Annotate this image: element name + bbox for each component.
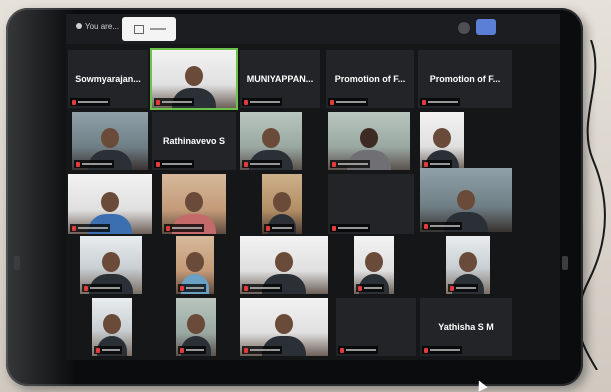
view-toggle-button[interactable] [476,19,496,35]
meeting-top-bar: You are... [66,14,560,44]
mic-muted-icon [450,285,454,291]
name-label [242,284,282,292]
name-label [422,222,462,230]
participant-tile[interactable] [240,112,302,170]
participant-tile[interactable] [240,236,328,294]
mic-muted-icon [424,161,428,167]
participant-name: Promotion of F... [334,74,406,84]
bezel-button-right [562,256,568,270]
mic-muted-icon [332,161,336,167]
mic-muted-icon [96,347,100,353]
participant-name: Rathinavevo S [162,136,226,146]
mic-muted-icon [340,347,344,353]
bezel-button-left [14,256,20,270]
participant-tile[interactable] [328,112,410,170]
name-label [178,346,206,354]
name-label [154,160,194,168]
mic-muted-icon [330,99,334,105]
participant-tile[interactable] [420,112,464,170]
view-option-button[interactable] [458,22,470,34]
name-label [74,160,114,168]
mic-muted-icon [72,225,76,231]
mic-muted-icon [180,347,184,353]
name-label [264,224,294,232]
mic-muted-icon [76,161,80,167]
recording-indicator: You are... [76,22,119,31]
name-label [448,284,478,292]
participant-tile[interactable]: MUNIYAPPAN... [240,50,320,108]
participant-tile[interactable] [420,168,512,232]
notification-popup[interactable] [122,17,176,41]
popup-text-placeholder [150,28,166,30]
video-call-window: You are... Sowmyarajan... MUNIYAPPAN... … [66,14,560,360]
participant-tile-active-speaker[interactable] [150,48,238,110]
mic-muted-icon [166,225,170,231]
mic-muted-icon [180,285,184,291]
participant-tile[interactable] [262,174,302,234]
name-label [154,98,194,106]
mic-muted-icon [156,99,160,105]
participant-tile[interactable]: Yathisha S M [420,298,512,356]
participant-name: Promotion of F... [429,74,501,84]
mic-muted-icon [424,223,428,229]
participant-tile[interactable] [92,298,132,356]
mic-muted-icon [244,285,248,291]
participant-tile[interactable] [328,174,414,234]
participant-tile[interactable]: Promotion of F... [418,50,512,108]
participant-tile[interactable]: Promotion of F... [326,50,414,108]
mic-muted-icon [266,225,270,231]
name-label [330,224,370,232]
participant-tile[interactable] [80,236,142,294]
name-label [356,284,384,292]
mic-muted-icon [244,161,248,167]
participant-tile[interactable] [162,174,226,234]
participant-tile[interactable] [354,236,394,294]
participant-tile[interactable] [68,174,152,234]
participant-tile[interactable] [176,236,214,294]
name-label [94,346,122,354]
name-label [178,284,206,292]
screen-share-icon [134,25,144,34]
mic-muted-icon [84,285,88,291]
name-label [242,346,282,354]
participant-name: Yathisha S M [438,322,494,332]
recording-dot-icon [76,23,82,29]
mic-muted-icon [156,161,160,167]
participant-tile[interactable] [336,298,416,356]
name-label [420,98,460,106]
mic-muted-icon [422,99,426,105]
name-label [330,160,370,168]
participant-tile[interactable] [240,298,328,356]
participant-name: Sowmyarajan... [75,74,141,84]
participant-tile[interactable] [72,112,148,170]
name-label [70,224,110,232]
mic-muted-icon [72,99,76,105]
participant-tile[interactable] [446,236,490,294]
name-label [328,98,368,106]
participant-name: MUNIYAPPAN... [246,74,314,84]
recording-label: You are... [85,22,119,31]
name-label [422,160,452,168]
mic-muted-icon [358,285,362,291]
mic-muted-icon [332,225,336,231]
name-label [422,346,462,354]
mic-muted-icon [244,99,248,105]
name-label [338,346,378,354]
name-label [242,160,282,168]
participant-tile[interactable]: Sowmyarajan... [68,50,148,108]
name-label [242,98,282,106]
mic-muted-icon [424,347,428,353]
participant-tile[interactable]: Rathinavevo S [152,112,236,170]
mic-muted-icon [244,347,248,353]
name-label [82,284,122,292]
participant-tile[interactable] [176,298,216,356]
name-label [164,224,204,232]
name-label [70,98,110,106]
